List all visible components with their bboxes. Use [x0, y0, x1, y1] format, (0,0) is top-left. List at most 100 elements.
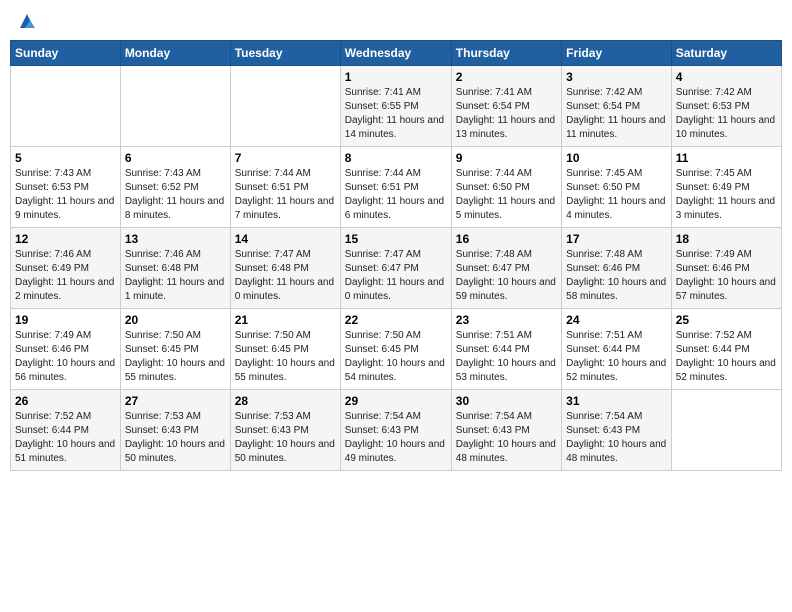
calendar-cell [120, 66, 230, 147]
calendar-cell: 1Sunrise: 7:41 AM Sunset: 6:55 PM Daylig… [340, 66, 451, 147]
day-number: 27 [125, 394, 226, 408]
day-number: 12 [15, 232, 116, 246]
day-info: Sunrise: 7:50 AM Sunset: 6:45 PM Dayligh… [125, 329, 226, 385]
calendar-cell: 20 Sunrise: 7:50 AM Sunset: 6:45 PM Dayli… [120, 309, 230, 390]
day-number: 18 [676, 232, 777, 246]
day-number: 2 [456, 70, 557, 84]
day-number: 29 [345, 394, 447, 408]
week-row-5: 26 Sunrise: 7:52 AM Sunset: 6:44 PM Dayli… [11, 390, 782, 471]
day-number: 5 [15, 151, 116, 165]
calendar-cell [230, 66, 340, 147]
day-number: 30 [456, 394, 557, 408]
day-number: 15 [345, 232, 447, 246]
calendar-cell: 31 Sunrise: 7:54 AM Sunset: 6:43 PM Dayli… [562, 390, 672, 471]
calendar-cell: 9Sunrise: 7:44 AM Sunset: 6:50 PM Daylig… [451, 147, 561, 228]
day-info: Sunrise: 7:51 AM Sunset: 6:44 PM Dayligh… [566, 329, 667, 385]
day-number: 11 [676, 151, 777, 165]
day-header-wednesday: Wednesday [340, 41, 451, 66]
day-number: 22 [345, 313, 447, 327]
day-number: 24 [566, 313, 667, 327]
day-info: Sunrise: 7:46 AM Sunset: 6:48 PM Dayligh… [125, 248, 226, 304]
day-number: 31 [566, 394, 667, 408]
day-info: Sunrise: 7:47 AM Sunset: 6:48 PM Dayligh… [235, 248, 336, 304]
day-info: Sunrise: 7:44 AM Sunset: 6:50 PM Dayligh… [456, 167, 557, 223]
calendar-cell: 25 Sunrise: 7:52 AM Sunset: 6:44 PM Dayli… [671, 309, 781, 390]
day-number: 10 [566, 151, 667, 165]
week-row-1: 1Sunrise: 7:41 AM Sunset: 6:55 PM Daylig… [11, 66, 782, 147]
day-info: Sunrise: 7:42 AM Sunset: 6:53 PM Dayligh… [676, 86, 777, 142]
day-info: Sunrise: 7:48 AM Sunset: 6:46 PM Dayligh… [566, 248, 667, 304]
days-header-row: SundayMondayTuesdayWednesdayThursdayFrid… [11, 41, 782, 66]
day-header-tuesday: Tuesday [230, 41, 340, 66]
calendar-cell: 17 Sunrise: 7:48 AM Sunset: 6:46 PM Dayli… [562, 228, 672, 309]
calendar-cell: 29 Sunrise: 7:54 AM Sunset: 6:43 PM Dayli… [340, 390, 451, 471]
day-info: Sunrise: 7:53 AM Sunset: 6:43 PM Dayligh… [235, 410, 336, 466]
calendar-cell: 14Sunrise: 7:47 AM Sunset: 6:48 PM Dayli… [230, 228, 340, 309]
day-info: Sunrise: 7:53 AM Sunset: 6:43 PM Dayligh… [125, 410, 226, 466]
day-header-saturday: Saturday [671, 41, 781, 66]
calendar-cell: 18 Sunrise: 7:49 AM Sunset: 6:46 PM Dayli… [671, 228, 781, 309]
calendar-cell: 5 Sunrise: 7:43 AM Sunset: 6:53 PM Daylig… [11, 147, 121, 228]
day-number: 4 [676, 70, 777, 84]
calendar-cell: 7Sunrise: 7:44 AM Sunset: 6:51 PM Daylig… [230, 147, 340, 228]
day-info: Sunrise: 7:43 AM Sunset: 6:53 PM Dayligh… [15, 167, 116, 223]
logo-icon [16, 10, 38, 32]
day-number: 7 [235, 151, 336, 165]
day-number: 8 [345, 151, 447, 165]
day-info: Sunrise: 7:50 AM Sunset: 6:45 PM Dayligh… [235, 329, 336, 385]
page-header [10, 10, 782, 32]
calendar-cell: 4 Sunrise: 7:42 AM Sunset: 6:53 PM Daylig… [671, 66, 781, 147]
logo [14, 10, 38, 32]
day-number: 26 [15, 394, 116, 408]
day-header-thursday: Thursday [451, 41, 561, 66]
calendar-cell: 13Sunrise: 7:46 AM Sunset: 6:48 PM Dayli… [120, 228, 230, 309]
day-number: 6 [125, 151, 226, 165]
calendar-cell: 21Sunrise: 7:50 AM Sunset: 6:45 PM Dayli… [230, 309, 340, 390]
calendar-cell: 3 Sunrise: 7:42 AM Sunset: 6:54 PM Daylig… [562, 66, 672, 147]
calendar-cell: 24 Sunrise: 7:51 AM Sunset: 6:44 PM Dayli… [562, 309, 672, 390]
day-info: Sunrise: 7:44 AM Sunset: 6:51 PM Dayligh… [345, 167, 447, 223]
calendar-cell: 2 Sunrise: 7:41 AM Sunset: 6:54 PM Daylig… [451, 66, 561, 147]
calendar-cell [11, 66, 121, 147]
day-info: Sunrise: 7:49 AM Sunset: 6:46 PM Dayligh… [15, 329, 116, 385]
day-info: Sunrise: 7:52 AM Sunset: 6:44 PM Dayligh… [676, 329, 777, 385]
day-info: Sunrise: 7:43 AM Sunset: 6:52 PM Dayligh… [125, 167, 226, 223]
day-info: Sunrise: 7:42 AM Sunset: 6:54 PM Dayligh… [566, 86, 667, 142]
day-info: Sunrise: 7:41 AM Sunset: 6:54 PM Dayligh… [456, 86, 557, 142]
calendar-table: SundayMondayTuesdayWednesdayThursdayFrid… [10, 40, 782, 471]
day-info: Sunrise: 7:49 AM Sunset: 6:46 PM Dayligh… [676, 248, 777, 304]
calendar-cell: 22 Sunrise: 7:50 AM Sunset: 6:45 PM Dayli… [340, 309, 451, 390]
calendar-cell: 16 Sunrise: 7:48 AM Sunset: 6:47 PM Dayli… [451, 228, 561, 309]
calendar-cell: 15Sunrise: 7:47 AM Sunset: 6:47 PM Dayli… [340, 228, 451, 309]
calendar-cell: 10 Sunrise: 7:45 AM Sunset: 6:50 PM Dayli… [562, 147, 672, 228]
calendar-cell: 30 Sunrise: 7:54 AM Sunset: 6:43 PM Dayli… [451, 390, 561, 471]
day-info: Sunrise: 7:48 AM Sunset: 6:47 PM Dayligh… [456, 248, 557, 304]
day-info: Sunrise: 7:45 AM Sunset: 6:50 PM Dayligh… [566, 167, 667, 223]
day-header-friday: Friday [562, 41, 672, 66]
calendar-cell: 28Sunrise: 7:53 AM Sunset: 6:43 PM Dayli… [230, 390, 340, 471]
calendar-cell: 12 Sunrise: 7:46 AM Sunset: 6:49 PM Dayli… [11, 228, 121, 309]
day-number: 19 [15, 313, 116, 327]
calendar-cell: 19 Sunrise: 7:49 AM Sunset: 6:46 PM Dayli… [11, 309, 121, 390]
calendar-cell: 11 Sunrise: 7:45 AM Sunset: 6:49 PM Dayli… [671, 147, 781, 228]
week-row-4: 19 Sunrise: 7:49 AM Sunset: 6:46 PM Dayli… [11, 309, 782, 390]
day-info: Sunrise: 7:51 AM Sunset: 6:44 PM Dayligh… [456, 329, 557, 385]
day-info: Sunrise: 7:54 AM Sunset: 6:43 PM Dayligh… [566, 410, 667, 466]
day-info: Sunrise: 7:41 AM Sunset: 6:55 PM Dayligh… [345, 86, 447, 142]
week-row-3: 12 Sunrise: 7:46 AM Sunset: 6:49 PM Dayli… [11, 228, 782, 309]
day-header-monday: Monday [120, 41, 230, 66]
calendar-cell: 23Sunrise: 7:51 AM Sunset: 6:44 PM Dayli… [451, 309, 561, 390]
day-number: 25 [676, 313, 777, 327]
day-number: 3 [566, 70, 667, 84]
day-info: Sunrise: 7:54 AM Sunset: 6:43 PM Dayligh… [345, 410, 447, 466]
day-number: 17 [566, 232, 667, 246]
day-number: 20 [125, 313, 226, 327]
day-info: Sunrise: 7:54 AM Sunset: 6:43 PM Dayligh… [456, 410, 557, 466]
day-info: Sunrise: 7:46 AM Sunset: 6:49 PM Dayligh… [15, 248, 116, 304]
day-info: Sunrise: 7:50 AM Sunset: 6:45 PM Dayligh… [345, 329, 447, 385]
day-number: 16 [456, 232, 557, 246]
day-info: Sunrise: 7:45 AM Sunset: 6:49 PM Dayligh… [676, 167, 777, 223]
week-row-2: 5 Sunrise: 7:43 AM Sunset: 6:53 PM Daylig… [11, 147, 782, 228]
day-info: Sunrise: 7:52 AM Sunset: 6:44 PM Dayligh… [15, 410, 116, 466]
calendar-cell: 6 Sunrise: 7:43 AM Sunset: 6:52 PM Daylig… [120, 147, 230, 228]
